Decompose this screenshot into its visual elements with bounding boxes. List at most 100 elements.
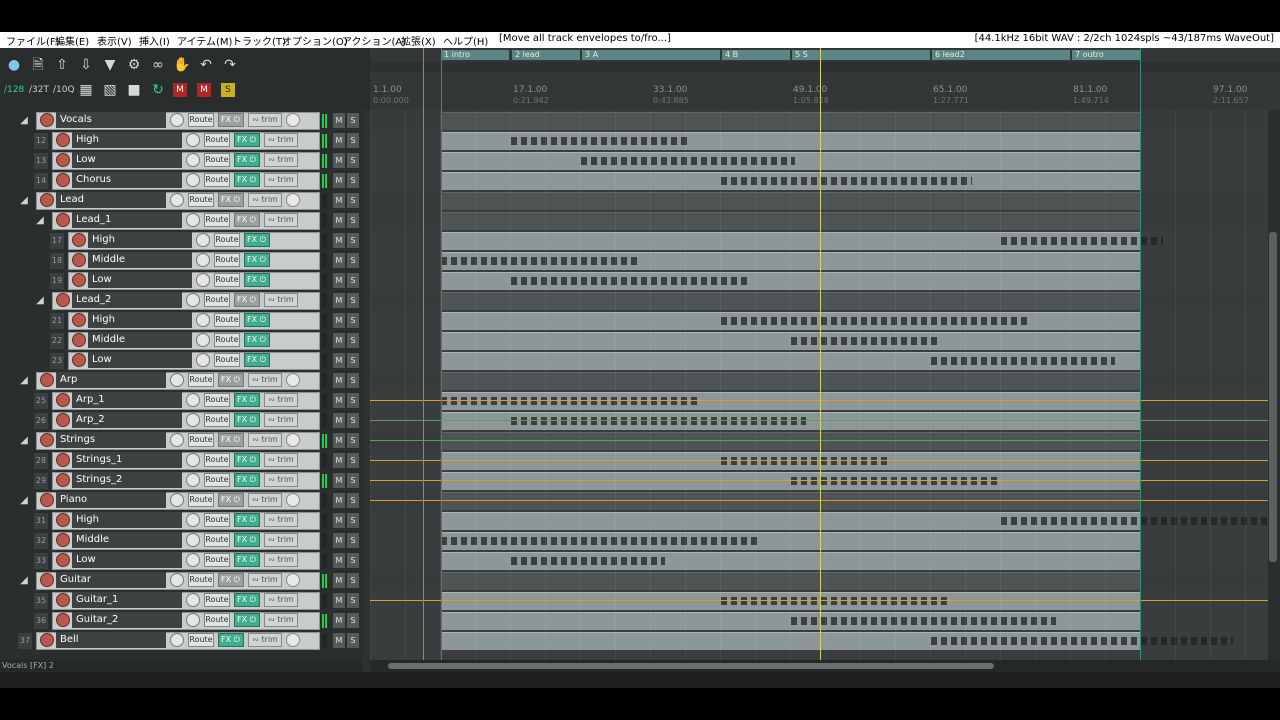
track-name[interactable]: Lead — [56, 192, 166, 208]
mute-button[interactable]: M — [333, 213, 345, 228]
track-row[interactable]: 37 Bell Route FX ⏻ ∾ trim M S — [0, 631, 362, 651]
fx-button[interactable]: FX ⏻ — [234, 173, 260, 187]
volume-knob[interactable] — [196, 253, 210, 267]
record-arm-button[interactable] — [56, 613, 70, 627]
solo-button[interactable]: S — [347, 153, 359, 168]
volume-knob[interactable] — [196, 333, 210, 347]
fx-button[interactable]: FX ⏻ — [234, 293, 260, 307]
track-lane[interactable] — [370, 631, 1268, 651]
track-lane[interactable] — [370, 171, 1268, 191]
folder-toggle-icon[interactable]: ◢ — [18, 494, 30, 508]
route-button[interactable]: Route — [204, 153, 230, 167]
record-arm-button[interactable] — [40, 193, 54, 207]
trim-automation-button[interactable]: ∾ trim — [248, 433, 282, 447]
mute-button[interactable]: M — [333, 533, 345, 548]
fx-button[interactable]: FX ⏻ — [234, 393, 260, 407]
mute-button[interactable]: M — [333, 293, 345, 308]
mute-button[interactable]: M — [333, 353, 345, 368]
track-name[interactable]: Strings — [56, 432, 166, 448]
volume-knob[interactable] — [186, 533, 200, 547]
track-lane[interactable] — [370, 571, 1268, 591]
grid-division-1[interactable]: /128 — [4, 85, 24, 95]
fx-button[interactable]: FX ⏻ — [234, 533, 260, 547]
mute-button[interactable]: M — [333, 273, 345, 288]
trim-automation-button[interactable]: ∾ trim — [264, 173, 298, 187]
track-lane[interactable] — [370, 331, 1268, 351]
fx-button[interactable]: FX ⏻ — [234, 413, 260, 427]
mute-button[interactable]: M — [333, 553, 345, 568]
trim-automation-button[interactable]: ∾ trim — [264, 473, 298, 487]
grid-division-3[interactable]: /10Q — [53, 85, 75, 95]
record-arm-button[interactable] — [40, 493, 54, 507]
horizontal-scroll-thumb[interactable] — [388, 663, 994, 669]
track-row[interactable]: 32 Middle Route FX ⏻ ∾ trim M S — [0, 531, 362, 551]
folder-toggle-icon[interactable]: ◢ — [18, 574, 30, 588]
record-arm-button[interactable] — [56, 553, 70, 567]
mute-button[interactable]: M — [333, 253, 345, 268]
route-button[interactable]: Route — [204, 213, 230, 227]
volume-knob[interactable] — [170, 633, 184, 647]
region-lead[interactable]: 2 lead — [512, 50, 580, 60]
track-lane[interactable] — [370, 311, 1268, 331]
solo-button[interactable]: S — [347, 533, 359, 548]
snap-toggle-icon[interactable]: ▦ — [77, 81, 95, 99]
track-lane[interactable] — [370, 211, 1268, 231]
grid-division-2[interactable]: /32T — [29, 85, 49, 95]
trim-automation-button[interactable]: ∾ trim — [264, 293, 298, 307]
track-row[interactable]: ◢ Vocals Route FX ⏻ ∾ trim M S — [0, 111, 362, 131]
track-name[interactable]: Guitar — [56, 572, 166, 588]
item-lock-icon[interactable]: ■ — [125, 81, 143, 99]
fx-button[interactable]: FX ⏻ — [218, 193, 244, 207]
volume-knob[interactable] — [186, 453, 200, 467]
volume-knob[interactable] — [186, 153, 200, 167]
track-row[interactable]: 12 High Route FX ⏻ ∾ trim M S — [0, 131, 362, 151]
trim-automation-button[interactable]: ∾ trim — [264, 393, 298, 407]
mute-button[interactable]: M — [333, 493, 345, 508]
track-lane[interactable] — [370, 491, 1268, 511]
volume-knob[interactable] — [186, 173, 200, 187]
arrange-view[interactable] — [370, 110, 1268, 660]
record-arm-button[interactable] — [56, 453, 70, 467]
volume-knob[interactable] — [170, 573, 184, 587]
automation-envelope[interactable] — [370, 440, 1268, 441]
record-arm-button[interactable] — [56, 593, 70, 607]
track-name[interactable]: Strings_2 — [72, 472, 182, 488]
route-button[interactable]: Route — [204, 453, 230, 467]
region-b[interactable]: 4 B — [722, 50, 790, 60]
volume-knob[interactable] — [186, 613, 200, 627]
mute-button[interactable]: M — [333, 453, 345, 468]
automation-envelope[interactable] — [370, 420, 1268, 421]
trim-automation-button[interactable]: ∾ trim — [248, 113, 282, 127]
record-arm-button[interactable] — [40, 573, 54, 587]
volume-knob[interactable] — [196, 273, 210, 287]
track-name[interactable]: High — [72, 512, 182, 528]
volume-knob[interactable] — [186, 513, 200, 527]
track-name[interactable]: Bell — [56, 632, 166, 648]
automation-envelope[interactable] — [370, 480, 1268, 481]
solo-button[interactable]: S — [347, 553, 359, 568]
track-row[interactable]: 22 Middle Route FX ⏻ M S — [0, 331, 362, 351]
solo-button[interactable]: S — [347, 233, 359, 248]
track-name[interactable]: Strings_1 — [72, 452, 182, 468]
track-name[interactable]: Lead_1 — [72, 212, 182, 228]
solo-button[interactable]: S — [347, 593, 359, 608]
route-button[interactable]: Route — [188, 193, 214, 207]
route-button[interactable]: Route — [188, 493, 214, 507]
menu-item[interactable]: アイテム(M) — [177, 33, 232, 48]
track-name[interactable]: Guitar_2 — [72, 612, 182, 628]
track-lane[interactable] — [370, 511, 1268, 531]
track-name[interactable]: Low — [88, 352, 192, 368]
save-project-icon[interactable]: ⇩ — [77, 56, 95, 74]
solo-button[interactable]: S — [347, 173, 359, 188]
track-lane[interactable] — [370, 471, 1268, 491]
track-lane[interactable] — [370, 531, 1268, 551]
track-row[interactable]: ◢ Lead Route FX ⏻ ∾ trim M S — [0, 191, 362, 211]
trim-automation-button[interactable]: ∾ trim — [264, 533, 298, 547]
route-button[interactable]: Route — [204, 473, 230, 487]
mute-button[interactable]: M — [333, 633, 345, 648]
track-row[interactable]: 33 Low Route FX ⏻ ∾ trim M S — [0, 551, 362, 571]
unmute-all-icon[interactable]: M — [197, 83, 211, 97]
volume-knob[interactable] — [196, 353, 210, 367]
menu-view[interactable]: 表示(V) — [97, 33, 132, 48]
route-button[interactable]: Route — [204, 173, 230, 187]
